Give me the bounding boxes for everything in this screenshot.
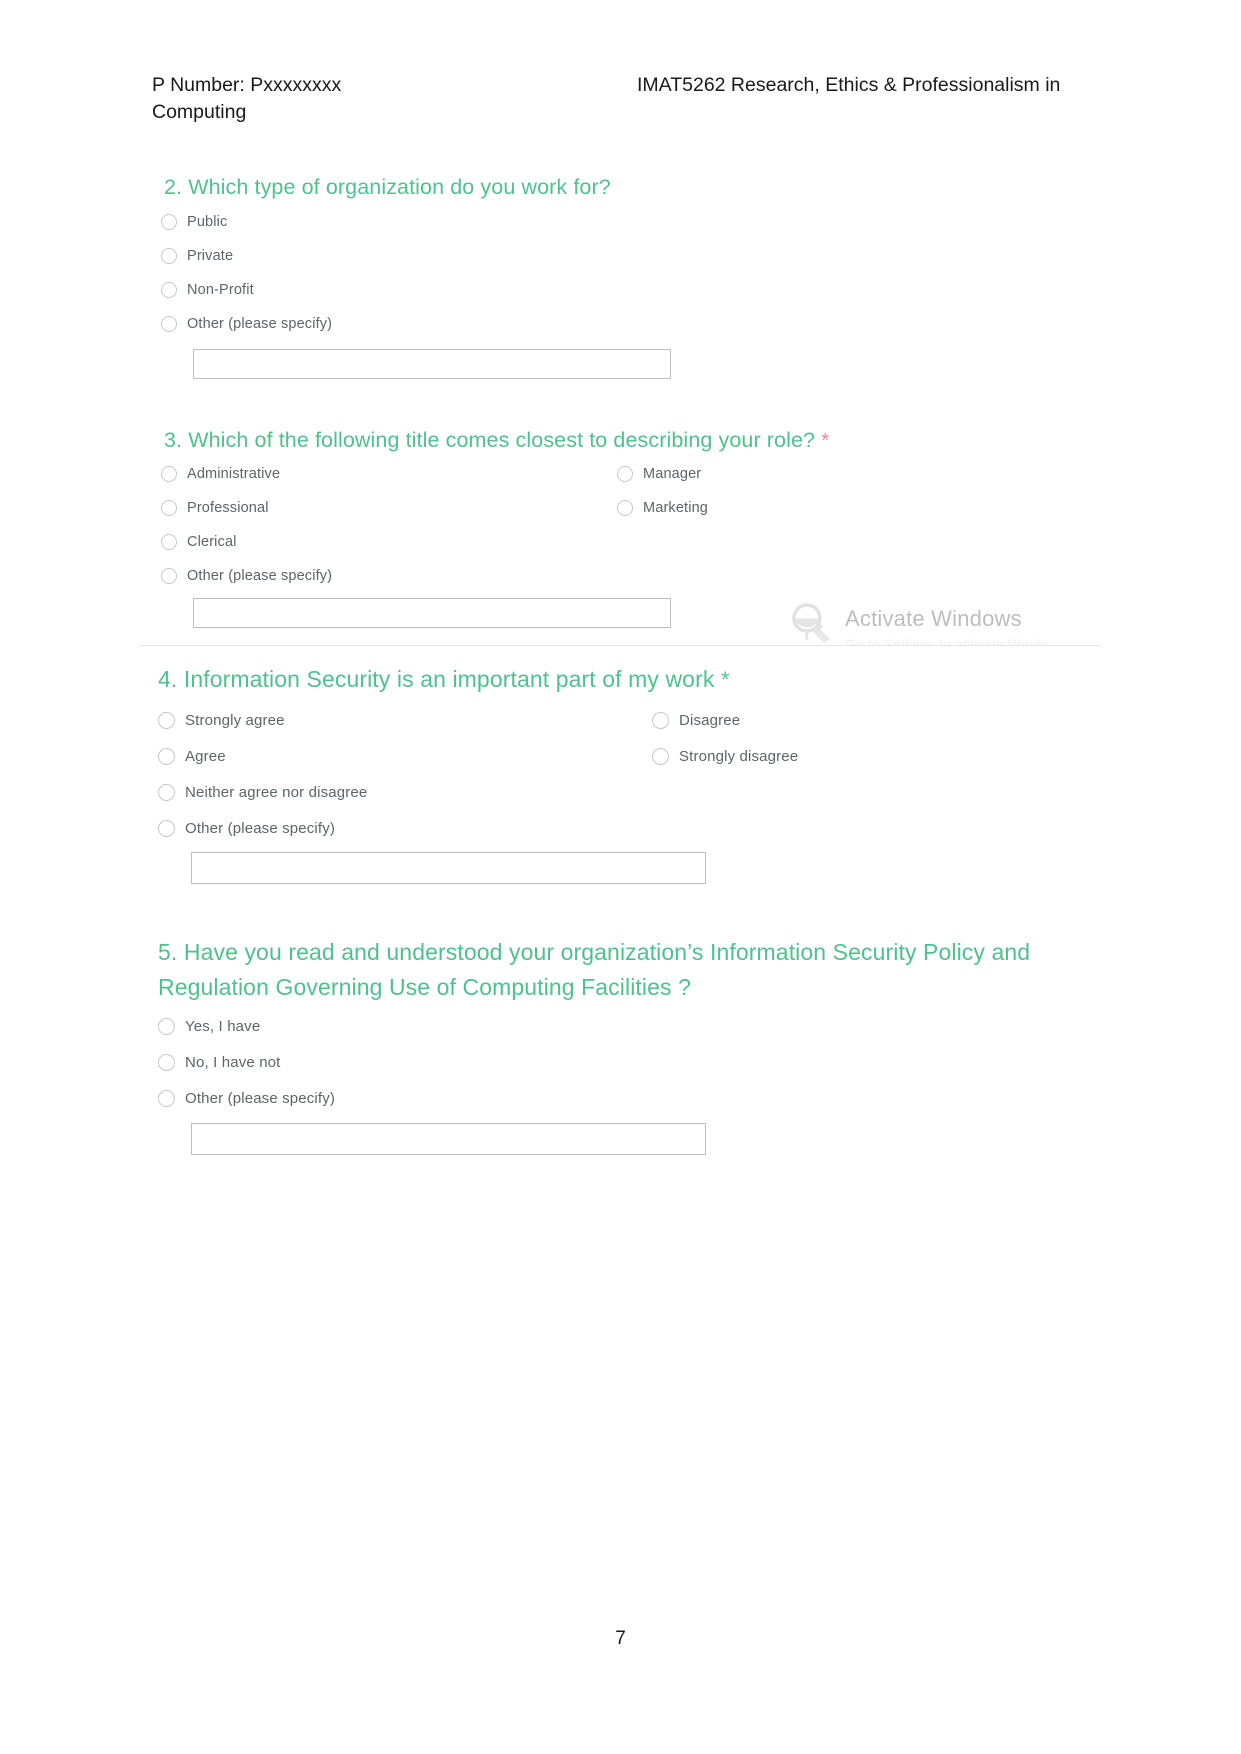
radio-icon[interactable]: [161, 466, 177, 482]
required-asterisk: *: [720, 667, 730, 692]
option-label: Marketing: [643, 500, 709, 516]
question-3-option-marketing[interactable]: Marketing: [617, 500, 708, 516]
radio-icon[interactable]: [161, 248, 177, 264]
radio-icon[interactable]: [158, 712, 175, 729]
option-label: Agree: [185, 748, 226, 765]
question-4-option-agree[interactable]: Agree: [158, 748, 226, 765]
question-3-option-manager[interactable]: Manager: [617, 466, 701, 482]
option-label: Other (please specify): [185, 820, 336, 837]
option-label: No, I have not: [185, 1054, 281, 1071]
question-4-title: 4. Information Security is an important …: [158, 663, 730, 696]
question-3-option-administrative[interactable]: Administrative: [161, 466, 280, 482]
radio-icon[interactable]: [652, 712, 669, 729]
option-label: Public: [187, 214, 228, 230]
header-module-title: IMAT5262 Research, Ethics & Professional…: [637, 74, 1061, 96]
radio-icon[interactable]: [158, 1090, 175, 1107]
option-label: Strongly disagree: [679, 748, 799, 765]
radio-icon[interactable]: [158, 1018, 175, 1035]
option-label: Strongly agree: [185, 712, 285, 729]
option-label: Clerical: [187, 534, 237, 550]
radio-icon[interactable]: [161, 534, 177, 550]
question-2-option-public[interactable]: Public: [161, 214, 227, 230]
question-5-other-specify-input[interactable]: [191, 1123, 706, 1155]
question-4-option-disagree[interactable]: Disagree: [652, 712, 740, 729]
question-4-option-strongly-disagree[interactable]: Strongly disagree: [652, 748, 798, 765]
windows-activation-icon: [792, 603, 830, 644]
radio-icon[interactable]: [161, 568, 177, 584]
question-3-option-professional[interactable]: Professional: [161, 500, 269, 516]
section-divider: [140, 645, 1100, 646]
question-4-option-other[interactable]: Other (please specify): [158, 820, 335, 837]
question-3-option-other[interactable]: Other (please specify): [161, 568, 332, 584]
option-label: Administrative: [187, 466, 281, 482]
question-5-option-yes[interactable]: Yes, I have: [158, 1018, 260, 1035]
question-5-title-line-2-wrap: Regulation Governing Use of Computing Fa…: [158, 971, 1058, 1004]
question-4-option-neither[interactable]: Neither agree nor disagree: [158, 784, 367, 801]
question-5-title: 5. Have you read and understood your org…: [158, 936, 1058, 969]
header-module-title-wrap: Computing: [152, 101, 247, 123]
radio-icon[interactable]: [158, 784, 175, 801]
radio-icon[interactable]: [617, 500, 633, 516]
radio-icon[interactable]: [158, 748, 175, 765]
question-2-title: 2. Which type of organization do you wor…: [164, 172, 611, 203]
required-asterisk: *: [821, 430, 830, 452]
radio-icon[interactable]: [161, 500, 177, 516]
question-2-option-private[interactable]: Private: [161, 248, 233, 264]
radio-icon[interactable]: [161, 316, 177, 332]
option-label: Neither agree nor disagree: [185, 784, 368, 801]
radio-icon[interactable]: [652, 748, 669, 765]
watermark-title: Activate Windows: [845, 606, 1022, 631]
option-label: Non-Profit: [187, 282, 254, 298]
activate-windows-watermark: Activate Windows Go to Settings to activ…: [787, 596, 1047, 658]
document-page: P Number: Pxxxxxxxx IMAT5262 Research, E…: [0, 0, 1241, 1754]
question-5-title-line-1: 5. Have you read and understood your org…: [158, 939, 1031, 965]
question-3-title-text: 3. Which of the following title comes cl…: [164, 428, 816, 452]
question-3-title: 3. Which of the following title comes cl…: [164, 425, 829, 456]
option-label: Other (please specify): [185, 1090, 336, 1107]
question-2-title-text: 2. Which type of organization do you wor…: [164, 175, 611, 199]
option-label: Disagree: [679, 712, 741, 729]
question-2-option-other[interactable]: Other (please specify): [161, 316, 332, 332]
option-label: Manager: [643, 466, 702, 482]
option-label: Professional: [187, 500, 269, 516]
question-4-other-specify-input[interactable]: [191, 852, 706, 884]
watermark-clip-overlay: [787, 646, 1047, 658]
option-label: Other (please specify): [187, 316, 333, 332]
radio-icon[interactable]: [161, 214, 177, 230]
radio-icon[interactable]: [161, 282, 177, 298]
watermark-subtitle: Go to Settings to activate Windows.: [845, 636, 1047, 652]
header-p-number: P Number: Pxxxxxxxx: [152, 74, 342, 96]
question-3-other-specify-input[interactable]: [193, 598, 671, 628]
option-label: Private: [187, 248, 234, 264]
question-2-other-specify-input[interactable]: [193, 349, 671, 379]
question-4-title-text: 4. Information Security is an important …: [158, 666, 715, 692]
option-label: Other (please specify): [187, 568, 333, 584]
question-5-option-no[interactable]: No, I have not: [158, 1054, 281, 1071]
radio-icon[interactable]: [158, 1054, 175, 1071]
radio-icon[interactable]: [158, 820, 175, 837]
radio-icon[interactable]: [617, 466, 633, 482]
question-2-option-non-profit[interactable]: Non-Profit: [161, 282, 254, 298]
page-number: 7: [615, 1628, 626, 1649]
question-3-option-clerical[interactable]: Clerical: [161, 534, 237, 550]
option-label: Yes, I have: [185, 1018, 261, 1035]
question-5-title-line-2: Regulation Governing Use of Computing Fa…: [158, 974, 691, 1000]
question-5-option-other[interactable]: Other (please specify): [158, 1090, 335, 1107]
question-4-option-strongly-agree[interactable]: Strongly agree: [158, 712, 285, 729]
